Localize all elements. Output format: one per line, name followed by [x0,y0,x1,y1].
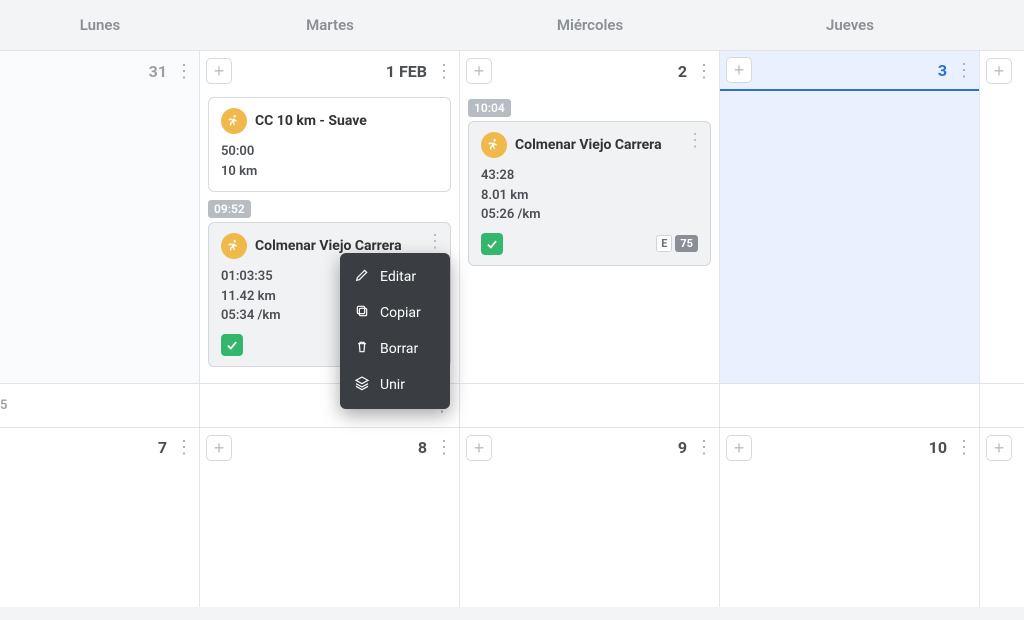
day-menu-icon[interactable]: ⋮ [695,58,713,84]
activity-stat: 10 km [221,162,438,182]
add-activity-button[interactable]: + [726,57,752,83]
menu-item-merge[interactable]: Unir [340,367,450,403]
day-number: 9 [678,438,687,457]
activity-title: Colmenar Viejo Carrera [255,238,402,254]
day-menu-icon[interactable]: ⋮ [175,435,193,461]
day-menu-icon[interactable]: ⋮ [695,435,713,461]
activity-stat: 50:00 [221,142,438,162]
day-number: 31 [149,62,167,81]
time-chip: 10:04 [468,99,511,117]
day-number: 8 [418,438,427,457]
effort-label: E [656,235,672,252]
completed-check-icon [221,334,243,356]
card-menu-icon[interactable]: ⋮ [686,130,704,151]
running-icon [221,233,247,259]
day-number: 10 [929,438,947,457]
activity-stat: 05:26 /km [481,205,698,225]
day-cell-thu-10[interactable]: + 10 ⋮ [720,428,980,607]
add-activity-button[interactable]: + [206,58,232,84]
menu-label: Editar [380,269,416,285]
day-menu-icon[interactable]: ⋮ [175,58,193,84]
day-cell-mon-7[interactable]: 7 ⋮ [0,428,200,607]
activity-stat: 8.01 km [481,186,698,206]
day-menu-icon[interactable]: ⋮ [955,435,973,461]
running-icon [481,132,507,158]
weekday-header-row: Lunes Martes Miércoles Jueves [0,0,1024,50]
summary-partial: 5 [0,398,7,413]
day-cell-wed-2[interactable]: + 2 ⋮ 10:04 ⋮ Colmenar Viejo Carrera [460,51,720,383]
completed-check-icon [481,233,503,255]
week-summary-row: 5 ⋮ [0,383,1024,427]
day-cell-thu-3[interactable]: + 3 ⋮ [720,51,980,383]
pencil-icon [354,267,370,287]
day-number: 1 FEB [386,62,427,81]
add-activity-button[interactable]: + [206,435,232,461]
menu-item-edit[interactable]: Editar [340,259,450,295]
weekday-tue: Martes [200,0,460,50]
menu-item-copy[interactable]: Copiar [340,295,450,331]
menu-label: Unir [380,377,405,393]
add-activity-button[interactable]: + [466,435,492,461]
day-cell-overflow[interactable]: + [980,428,1024,607]
day-cell-tue-1[interactable]: + 1 FEB ⋮ CC 10 km - Suave 50:00 [200,51,460,383]
layers-icon [354,375,370,395]
day-cell-mon-31[interactable]: 31 ⋮ [0,51,200,383]
day-number: 2 [678,62,687,81]
menu-label: Borrar [380,341,418,357]
day-cell-wed-9[interactable]: + 9 ⋮ [460,428,720,607]
add-activity-button[interactable]: + [466,58,492,84]
activity-title: Colmenar Viejo Carrera [515,137,662,153]
copy-icon [354,303,370,323]
weekday-mon: Lunes [0,0,200,50]
activity-title: CC 10 km - Suave [255,113,367,129]
add-activity-button[interactable]: + [726,435,752,461]
activity-card[interactable]: ⋮ Colmenar Viejo Carrera 43:28 8.01 km 0… [468,121,711,266]
day-menu-icon[interactable]: ⋮ [435,58,453,84]
weekday-wed: Miércoles [460,0,720,50]
weekday-thu: Jueves [720,0,980,50]
menu-label: Copiar [380,305,421,321]
day-number: 7 [158,438,167,457]
add-activity-button[interactable]: + [986,435,1012,461]
effort-value: 75 [675,235,698,252]
day-menu-icon[interactable]: ⋮ [955,57,973,83]
context-menu: Editar Copiar Borrar Unir [340,253,450,409]
calendar-grid: Lunes Martes Miércoles Jueves 31 ⋮ + 1 F… [0,0,1024,607]
time-chip: 09:52 [208,200,251,218]
add-activity-button[interactable]: + [986,58,1012,84]
effort-badge: E 75 [656,235,698,252]
day-cell-overflow[interactable]: + [980,51,1024,383]
activity-card[interactable]: CC 10 km - Suave 50:00 10 km [208,97,451,192]
trash-icon [354,339,370,359]
day-number: 3 [938,61,947,80]
running-icon [221,108,247,134]
day-menu-icon[interactable]: ⋮ [435,435,453,461]
week-row-2: 7 ⋮ + 8 ⋮ + 9 ⋮ + [0,427,1024,607]
week-row-1: 31 ⋮ + 1 FEB ⋮ CC 10 [0,50,1024,383]
menu-item-delete[interactable]: Borrar [340,331,450,367]
card-menu-icon[interactable]: ⋮ [426,231,444,252]
weekday-overflow [980,0,1024,50]
day-cell-tue-8[interactable]: + 8 ⋮ [200,428,460,607]
activity-stat: 43:28 [481,166,698,186]
